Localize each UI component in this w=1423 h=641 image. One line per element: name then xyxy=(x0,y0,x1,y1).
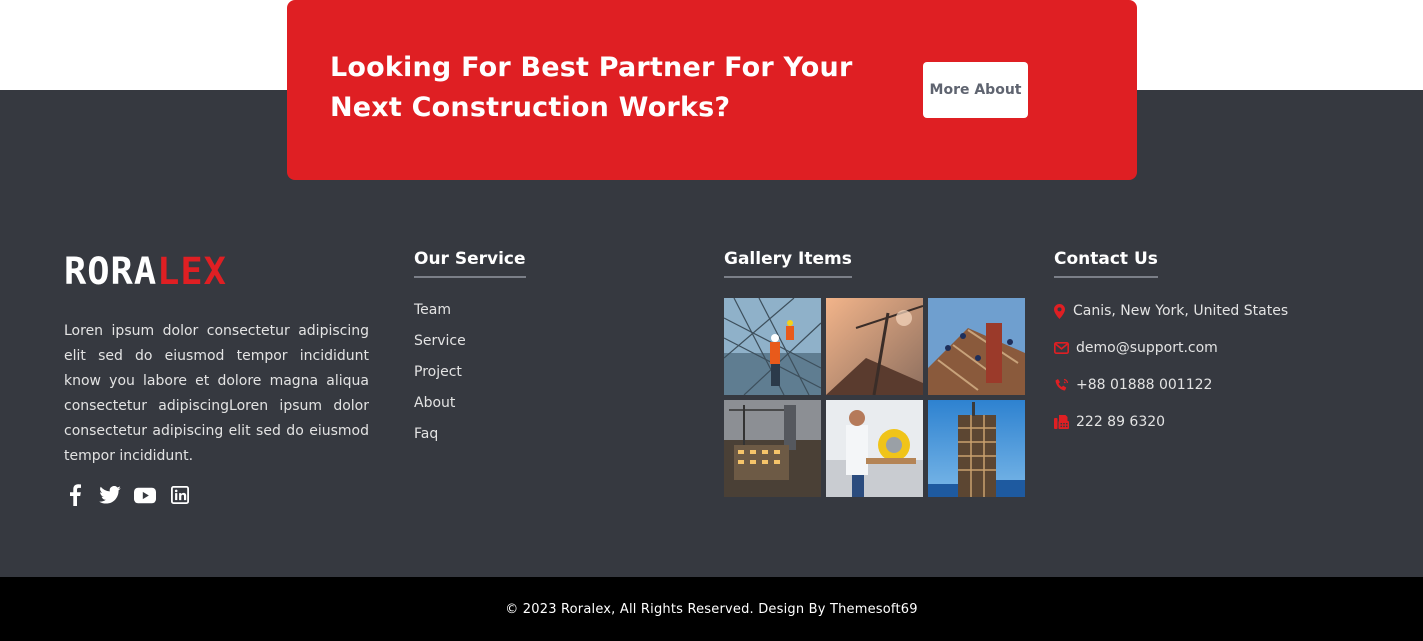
about-text: Loren ipsum dolor consectetur adipiscing… xyxy=(64,323,369,464)
roof-framing-crew-photo[interactable] xyxy=(928,298,1025,395)
contact-email-text[interactable]: demo@support.com xyxy=(1076,338,1218,358)
linkedin-icon xyxy=(171,486,189,504)
contact-phone[interactable]: +88 01888 001122 xyxy=(1054,375,1288,412)
service-link-service[interactable]: Service xyxy=(414,331,466,362)
map-marker-icon xyxy=(1054,301,1073,321)
cta-banner: Looking For Best Partner For Your Next C… xyxy=(287,0,1137,180)
contact-address-text: Canis, New York, United States xyxy=(1073,303,1289,319)
contact-fax-text: 222 89 6320 xyxy=(1076,414,1166,430)
contact-us-heading: Contact Us xyxy=(1054,249,1158,278)
linkedin-link[interactable] xyxy=(169,484,191,506)
fax-icon xyxy=(1054,412,1076,432)
crane-at-sunset-photo[interactable] xyxy=(826,298,923,395)
service-link-about[interactable]: About xyxy=(414,393,466,424)
envelope-icon xyxy=(1054,338,1076,358)
contact-phone-text[interactable]: +88 01888 001122 xyxy=(1076,375,1212,395)
contact-address: Canis, New York, United States xyxy=(1054,301,1288,338)
twitter-link[interactable] xyxy=(99,484,121,506)
service-link-faq[interactable]: Faq xyxy=(414,424,466,455)
twitter-icon xyxy=(99,486,121,504)
more-about-button[interactable]: More About xyxy=(923,62,1028,118)
service-link-project[interactable]: Project xyxy=(414,362,466,393)
logo-wordmark-red: LEX xyxy=(157,250,227,293)
youtube-link[interactable] xyxy=(134,484,156,506)
city-construction-night-photo[interactable] xyxy=(724,400,821,497)
service-link-team[interactable]: Team xyxy=(414,300,466,331)
cta-title: Looking For Best Partner For Your Next C… xyxy=(330,52,853,123)
social-links xyxy=(64,484,191,506)
phone-volume-icon xyxy=(1054,375,1076,395)
gallery-heading: Gallery Items xyxy=(724,249,852,278)
gallery-grid xyxy=(724,298,1025,497)
roralex-logo[interactable]: RORA LEX xyxy=(64,250,227,293)
contact-fax: 222 89 6320 xyxy=(1054,412,1288,449)
youtube-icon xyxy=(134,487,156,503)
copyright-text: © 2023 Roralex, All Rights Reserved. Des… xyxy=(505,601,918,617)
workers-on-rebar-photo[interactable] xyxy=(724,298,821,395)
our-service-heading: Our Service xyxy=(414,249,526,278)
contact-email[interactable]: demo@support.com xyxy=(1054,338,1288,375)
copyright-bar: © 2023 Roralex, All Rights Reserved. Des… xyxy=(0,577,1423,641)
carpenter-with-saw-photo[interactable] xyxy=(826,400,923,497)
facebook-icon xyxy=(70,484,81,506)
contact-list: Canis, New York, United States demo@supp… xyxy=(1054,301,1288,449)
service-links: Team Service Project About Faq xyxy=(414,300,466,455)
steel-tower-construction-photo[interactable] xyxy=(928,400,1025,497)
facebook-link[interactable] xyxy=(64,484,86,506)
logo-wordmark-white: RORA xyxy=(64,250,158,293)
